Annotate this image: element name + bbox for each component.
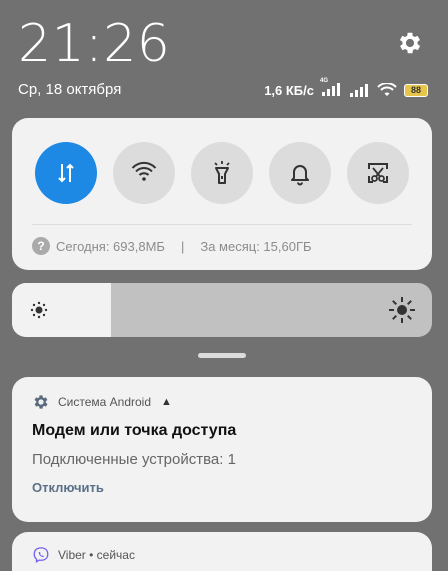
usage-today: Сегодня: 693,8МБ [56, 238, 165, 254]
disconnect-button[interactable]: Отключить [32, 480, 104, 495]
wifi-icon [131, 161, 157, 181]
notification-title: Модем или точка доступа [32, 422, 237, 439]
signal-1-group: 4G [320, 78, 342, 99]
toggle-mobile-data[interactable] [35, 142, 97, 204]
chevron-up-icon[interactable]: ▲ [161, 396, 172, 408]
toggle-screenshot[interactable] [347, 142, 409, 204]
divider [32, 224, 412, 225]
brightness-high-icon [389, 297, 415, 323]
toggle-wifi[interactable] [113, 142, 175, 204]
flashlight-icon [214, 161, 230, 184]
brightness-low-icon [30, 301, 48, 319]
notification-header: Система Android ▲ [32, 393, 172, 411]
android-settings-icon [34, 395, 48, 409]
status-clock: 21:26 [18, 14, 171, 74]
bell-icon [291, 165, 309, 186]
toggle-flashlight[interactable] [191, 142, 253, 204]
notification-android-system[interactable]: Система Android ▲ Модем или точка доступ… [12, 377, 432, 522]
viber-icon [33, 547, 49, 563]
status-bar-right: 1,6 КБ/с 4G 88 [264, 78, 428, 100]
drag-handle[interactable] [198, 353, 246, 358]
signal-icon-2 [350, 84, 368, 97]
scissors-icon [368, 163, 388, 183]
toggle-sound[interactable] [269, 142, 331, 204]
battery-icon: 88 [404, 83, 428, 97]
help-icon: ? [32, 237, 50, 255]
brightness-level [12, 283, 111, 337]
gear-icon[interactable] [396, 29, 424, 57]
notification-text: Подключенные устройства: 1 [32, 451, 236, 468]
brightness-slider[interactable] [12, 283, 432, 337]
usage-separator: | [180, 238, 185, 254]
wifi-status-icon [377, 83, 397, 96]
notification-app-name: Система Android [58, 395, 152, 409]
battery-level: 88 [410, 85, 421, 95]
signal-icon [322, 82, 340, 96]
notification-header: Viber • сейчас [32, 546, 135, 564]
data-usage[interactable]: ? Сегодня: 693,8МБ | За месяц: 15,60ГБ [32, 237, 312, 255]
data-arrows-icon [58, 163, 74, 183]
notification-viber[interactable]: Viber • сейчас [12, 532, 432, 571]
network-type-tag: 4G [320, 77, 329, 84]
network-speed: 1,6 КБ/с [264, 82, 314, 98]
notification-app-name: Viber • сейчас [58, 548, 135, 562]
quick-settings-panel: ? Сегодня: 693,8МБ | За месяц: 15,60ГБ [12, 118, 432, 270]
status-date: Ср, 18 октября [18, 81, 122, 98]
usage-month: За месяц: 15,60ГБ [200, 238, 312, 254]
